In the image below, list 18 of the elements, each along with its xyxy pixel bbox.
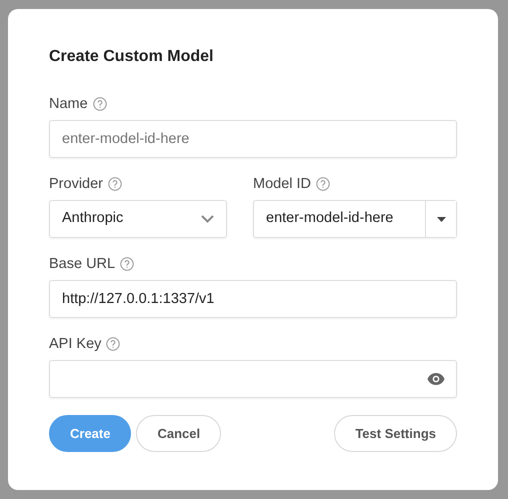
field-label: Base URL	[49, 255, 116, 273]
help-icon[interactable]	[106, 337, 120, 351]
input-field[interactable]: http://127.0.0.1:1337/v1	[49, 280, 457, 318]
chevron-down-icon	[201, 215, 214, 223]
input-field[interactable]	[49, 360, 457, 398]
provider-select[interactable]: Anthropic	[49, 200, 227, 238]
action-button[interactable]: Test Settings	[334, 415, 457, 452]
dialog-title: Create Custom Model	[49, 47, 214, 67]
action-button[interactable]: Cancel	[136, 415, 222, 452]
help-icon[interactable]	[92, 97, 107, 111]
help-icon[interactable]	[120, 257, 134, 271]
field-label: API Key	[49, 335, 102, 353]
field-label: Model ID	[253, 175, 312, 193]
input-field[interactable]: enter-model-id-here	[49, 120, 457, 158]
field-label: Provider	[49, 175, 103, 193]
help-icon[interactable]	[108, 177, 122, 191]
field-label: Name	[49, 95, 88, 113]
help-icon[interactable]	[316, 177, 330, 191]
